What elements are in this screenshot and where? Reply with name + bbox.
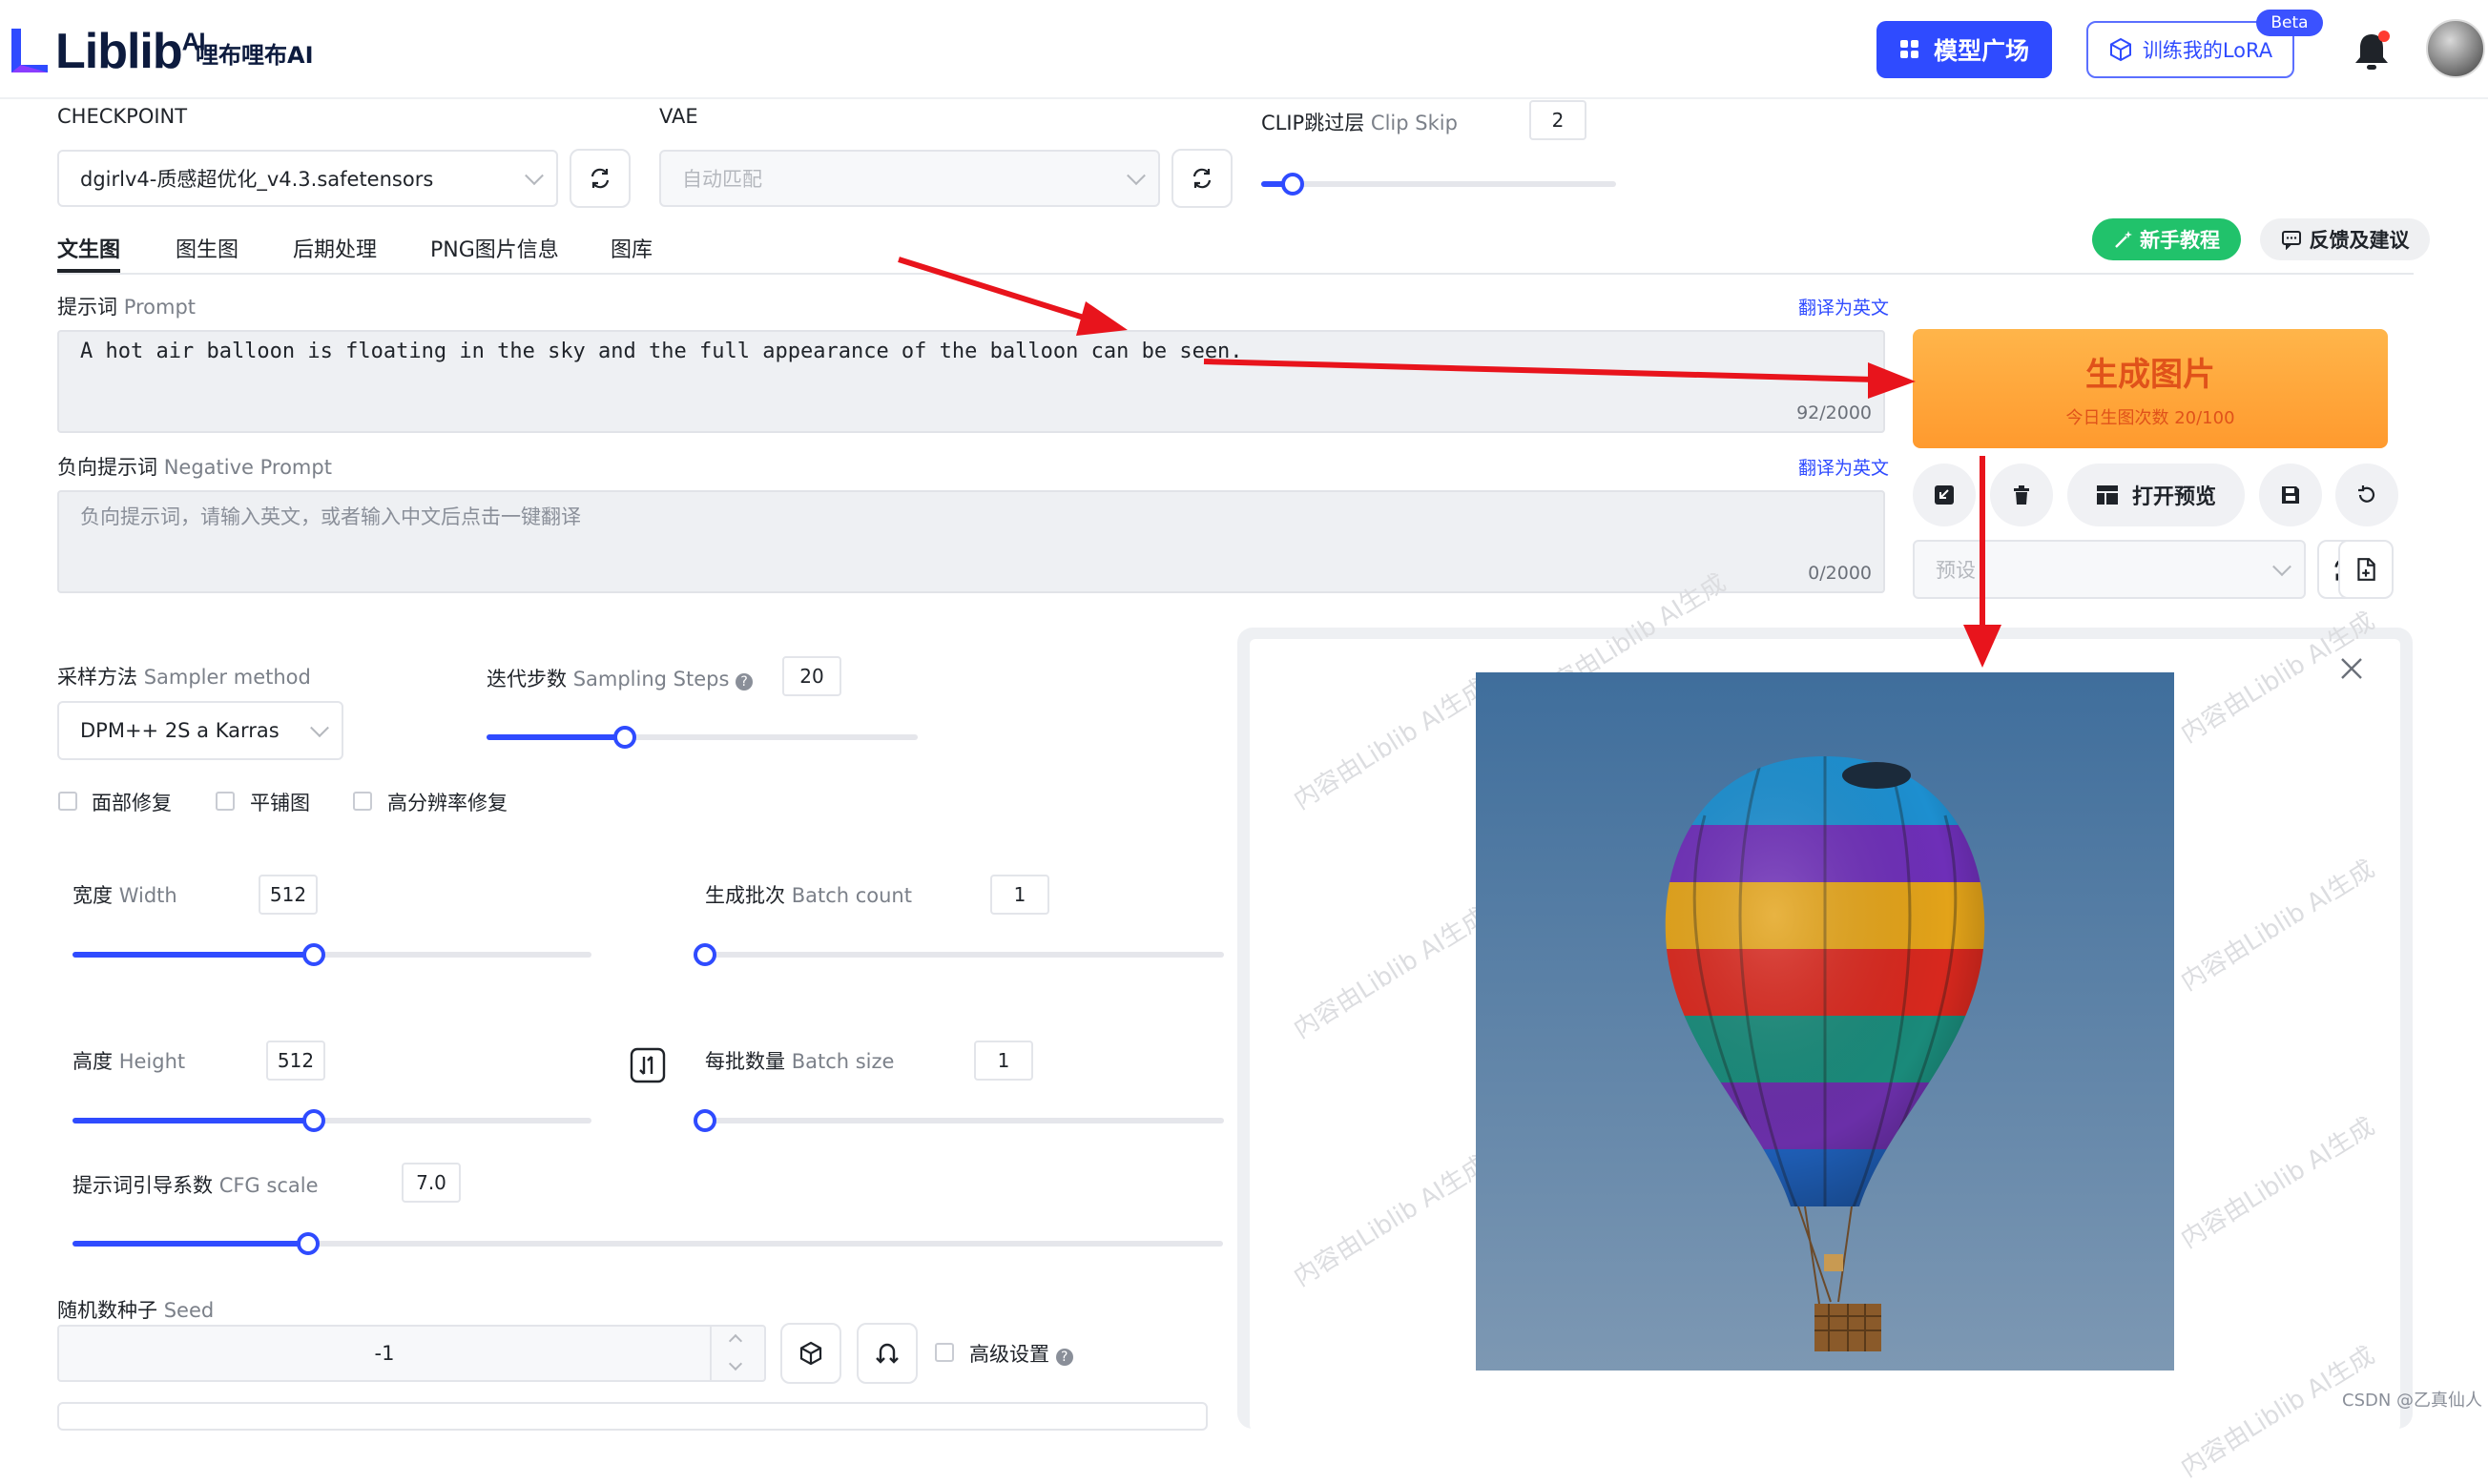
annotation-arrows-overlay [898,257,2001,668]
